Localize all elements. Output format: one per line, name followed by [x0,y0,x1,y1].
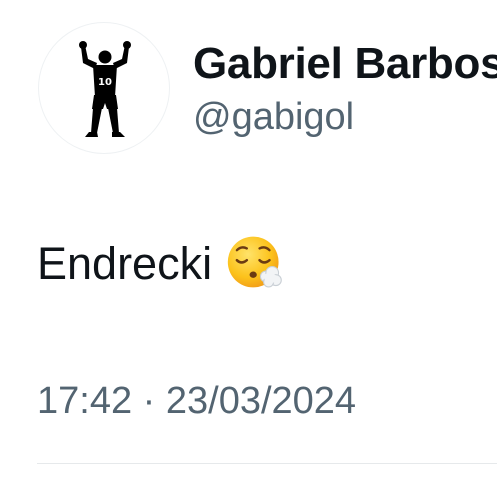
divider [37,463,497,464]
meta-separator: · [142,380,156,422]
jersey-number: 10 [98,77,112,88]
avatar[interactable]: 10 [38,22,170,154]
tweet-text: Endrecki [37,236,284,292]
tweet-card: 10 Gabriel Barbosa @gabigol Endrecki 17:… [0,0,497,478]
display-name[interactable]: Gabriel Barbosa [193,38,497,90]
user-handle[interactable]: @gabigol [193,94,354,140]
player-silhouette-icon: 10 [79,41,131,137]
tweet-text-content: Endrecki [37,238,213,289]
tweet-date: 23/03/2024 [165,380,357,422]
tweet-time: 17:42 [37,380,133,422]
face-exhaling-emoji-icon [226,233,284,291]
tweet-timestamp[interactable]: 17:42 · 23/03/2024 [37,378,356,424]
